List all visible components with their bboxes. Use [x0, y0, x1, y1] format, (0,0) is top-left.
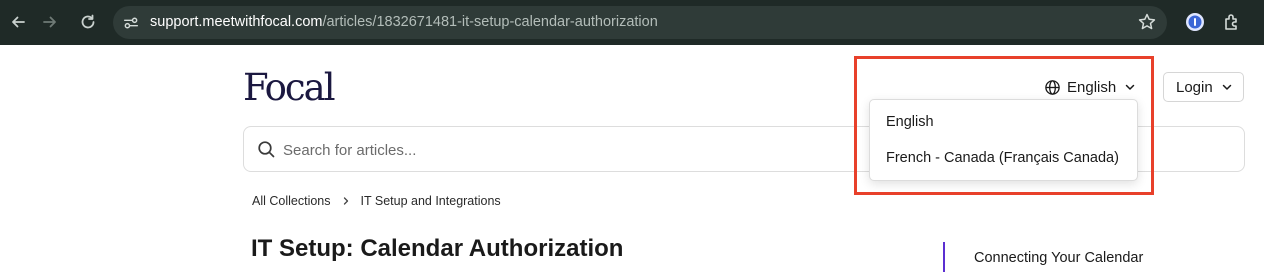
site-info-icon[interactable] [121, 13, 141, 33]
search-input[interactable] [283, 139, 863, 161]
password-manager-icon[interactable] [1184, 11, 1206, 33]
address-bar[interactable]: support.meetwithfocal.com/articles/18326… [113, 6, 1167, 39]
browser-toolbar: support.meetwithfocal.com/articles/18326… [0, 0, 1264, 45]
language-label: English [1067, 78, 1117, 96]
language-option-french-canada[interactable]: French - Canada (Français Canada) [886, 150, 1119, 166]
star-icon[interactable] [1137, 12, 1157, 32]
language-dropdown-menu: English French - Canada (Français Canada… [869, 99, 1138, 181]
url-text[interactable]: support.meetwithfocal.com/articles/18326… [150, 14, 658, 31]
url-host: support.meetwithfocal.com [150, 14, 323, 30]
chevron-down-icon [1125, 84, 1135, 90]
chevron-down-icon [1222, 84, 1231, 90]
login-label: Login [1176, 78, 1213, 96]
article-title: IT Setup: Calendar Authorization [251, 235, 624, 262]
search-icon [258, 141, 275, 158]
breadcrumb-it-setup[interactable]: IT Setup and Integrations [361, 194, 501, 208]
toc-active-indicator [943, 242, 945, 272]
language-selector[interactable]: English [1044, 76, 1136, 98]
extensions-icon[interactable] [1221, 11, 1243, 33]
breadcrumb-all-collections[interactable]: All Collections [252, 194, 331, 208]
reload-icon[interactable] [76, 10, 100, 34]
toc-item-connecting-calendar[interactable]: Connecting Your Calendar [974, 250, 1143, 266]
breadcrumb: All Collections IT Setup and Integration… [252, 194, 501, 208]
login-button[interactable]: Login [1163, 72, 1244, 102]
forward-icon[interactable] [38, 10, 62, 34]
focal-logo[interactable]: Focal [243, 66, 336, 110]
globe-icon [1045, 79, 1060, 95]
chevron-right-icon [343, 197, 348, 205]
url-path: /articles/1832671481-it-setup-calendar-a… [322, 14, 658, 30]
back-icon[interactable] [6, 10, 30, 34]
language-option-english[interactable]: English [886, 114, 934, 130]
